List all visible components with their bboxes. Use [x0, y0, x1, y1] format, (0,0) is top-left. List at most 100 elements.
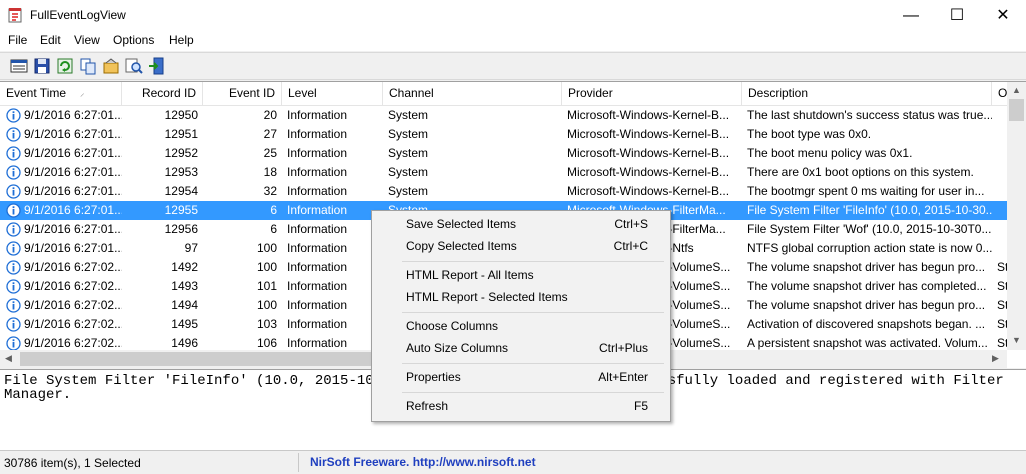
close-button[interactable]: ✕ [980, 0, 1026, 31]
information-icon [6, 184, 21, 199]
cell-event-id: 6 [270, 222, 277, 236]
cell-level: Information [287, 222, 348, 236]
app-icon [8, 8, 22, 23]
refresh-icon[interactable] [56, 57, 74, 75]
exit-icon[interactable] [148, 57, 166, 75]
information-icon [6, 203, 21, 218]
scroll-left-icon[interactable]: ◀ [5, 353, 12, 364]
status-item-count: 30786 item(s), 1 Selected [4, 456, 141, 470]
table-row[interactable]: 9/1/2016 6:27:01... 12954 32 Information Sys… [0, 182, 1007, 201]
menu-item-label: Copy Selected Items [406, 239, 517, 253]
cell-description: The bootmgr spent 0 ms waiting for user … [747, 184, 985, 198]
menu-auto-size-columns[interactable]: Auto Size Columns Ctrl+Plus [374, 337, 668, 359]
list-header: Event Time ⸝ Record ID Event ID Level Cha… [0, 82, 1022, 106]
cell-event-time: 9/1/2016 6:27:01... [24, 184, 122, 198]
menu-item-shortcut: F5 [633, 399, 648, 413]
cell-event-id: 25 [263, 146, 277, 160]
information-icon [6, 127, 21, 142]
cell-record-id: 1492 [171, 260, 198, 274]
menu-item-shortcut: Ctrl+Plus [598, 341, 648, 355]
information-icon [6, 146, 21, 161]
column-event-time[interactable]: Event Time ⸝ [0, 82, 122, 105]
cell-event-time: 9/1/2016 6:27:01... [24, 127, 122, 141]
vertical-scroll-thumb[interactable] [1009, 99, 1024, 121]
cell-description: The last shutdown's success status was t… [747, 108, 992, 122]
cell-level: Information [287, 127, 348, 141]
menu-html-report-selected[interactable]: HTML Report - Selected Items [374, 286, 668, 308]
find-icon[interactable] [125, 57, 143, 75]
cell-provider: Microsoft-Windows-Kernel-B... [567, 127, 730, 141]
properties-icon[interactable] [10, 57, 28, 75]
table-row[interactable]: 9/1/2016 6:27:01... 12951 27 Information Sys… [0, 125, 1007, 144]
cell-level: Information [287, 184, 348, 198]
menu-item-label: HTML Report - Selected Items [406, 290, 568, 304]
menu-copy-selected-items[interactable]: Copy Selected Items Ctrl+C [374, 235, 668, 257]
menu-options[interactable]: Options [113, 33, 154, 47]
menu-bar: File Edit View Options Help [0, 31, 1026, 51]
cell-level: Information [287, 203, 348, 217]
cell-level: Information [287, 279, 348, 293]
information-icon [6, 298, 21, 313]
nirsoft-link[interactable]: NirSoft Freeware. http://www.nirsoft.net [310, 455, 536, 469]
save-icon[interactable] [33, 57, 51, 75]
menu-choose-columns[interactable]: Choose Columns [374, 315, 668, 337]
menu-edit[interactable]: Edit [40, 33, 61, 47]
menu-html-report-all[interactable]: HTML Report - All Items [374, 264, 668, 286]
column-channel[interactable]: Channel [383, 82, 562, 105]
menu-help[interactable]: Help [169, 33, 194, 47]
maximize-button[interactable]: ☐ [934, 0, 980, 31]
minimize-button[interactable]: — [888, 0, 934, 31]
menu-item-shortcut: Ctrl+S [614, 217, 648, 231]
cell-record-id: 1493 [171, 279, 198, 293]
status-divider [298, 453, 299, 472]
context-menu: Save Selected Items Ctrl+S Copy Selected … [371, 210, 671, 422]
cell-event-time: 9/1/2016 6:27:02... [24, 298, 122, 312]
cell-event-time: 9/1/2016 6:27:01... [24, 222, 122, 236]
title-bar: FullEventLogView — ☐ ✕ [0, 0, 1026, 31]
horizontal-scroll-thumb[interactable] [20, 352, 420, 366]
column-level[interactable]: Level [282, 82, 383, 105]
menu-item-label: Auto Size Columns [406, 341, 509, 355]
cell-description: There are 0x1 boot options on this syste… [747, 165, 974, 179]
cell-description: File System Filter 'FileInfo' (10.0, 201… [747, 203, 992, 217]
information-icon [6, 222, 21, 237]
toolbar [0, 52, 1026, 80]
menu-save-selected-items[interactable]: Save Selected Items Ctrl+S [374, 213, 668, 235]
cell-level: Information [287, 260, 348, 274]
cell-event-time: 9/1/2016 6:27:01... [24, 203, 122, 217]
table-row[interactable]: 9/1/2016 6:27:01... 12952 25 Information Sys… [0, 144, 1007, 163]
menu-separator [402, 392, 664, 393]
cell-level: Information [287, 317, 348, 331]
copy-icon[interactable] [79, 57, 97, 75]
cell-record-id: 12953 [164, 165, 198, 179]
cell-channel: System [388, 184, 429, 198]
cell-event-id: 101 [256, 279, 277, 293]
vertical-scrollbar[interactable]: ▲ ▼ [1007, 82, 1026, 350]
menu-separator [402, 261, 664, 262]
table-row[interactable]: 9/1/2016 6:27:01... 12953 18 Information Sys… [0, 163, 1007, 182]
column-description[interactable]: Description [742, 82, 992, 105]
scroll-down-icon[interactable]: ▼ [1012, 335, 1021, 345]
menu-item-label: Properties [406, 370, 461, 384]
cell-event-id: 103 [256, 317, 277, 331]
cell-record-id: 97 [184, 241, 198, 255]
column-record-id[interactable]: Record ID [122, 82, 203, 105]
cell-level: Information [287, 241, 348, 255]
menu-file[interactable]: File [8, 33, 27, 47]
cell-provider: Microsoft-Windows-Kernel-B... [567, 108, 730, 122]
cell-event-time: 9/1/2016 6:27:02... [24, 317, 122, 331]
table-row[interactable]: 9/1/2016 6:27:01... 12950 20 Information Sys… [0, 106, 1007, 125]
scroll-up-icon[interactable]: ▲ [1012, 85, 1021, 95]
scroll-right-icon[interactable]: ▶ [992, 353, 999, 364]
cell-event-id: 100 [256, 241, 277, 255]
menu-refresh[interactable]: Refresh F5 [374, 395, 668, 417]
cell-provider: Microsoft-Windows-Kernel-B... [567, 146, 730, 160]
cell-channel: System [388, 146, 429, 160]
column-event-id[interactable]: Event ID [203, 82, 282, 105]
column-provider[interactable]: Provider [562, 82, 742, 105]
cell-event-time: 9/1/2016 6:27:01... [24, 165, 122, 179]
menu-properties[interactable]: Properties Alt+Enter [374, 366, 668, 388]
html-report-icon[interactable] [102, 57, 120, 75]
cell-record-id: 12951 [164, 127, 198, 141]
menu-view[interactable]: View [74, 33, 100, 47]
